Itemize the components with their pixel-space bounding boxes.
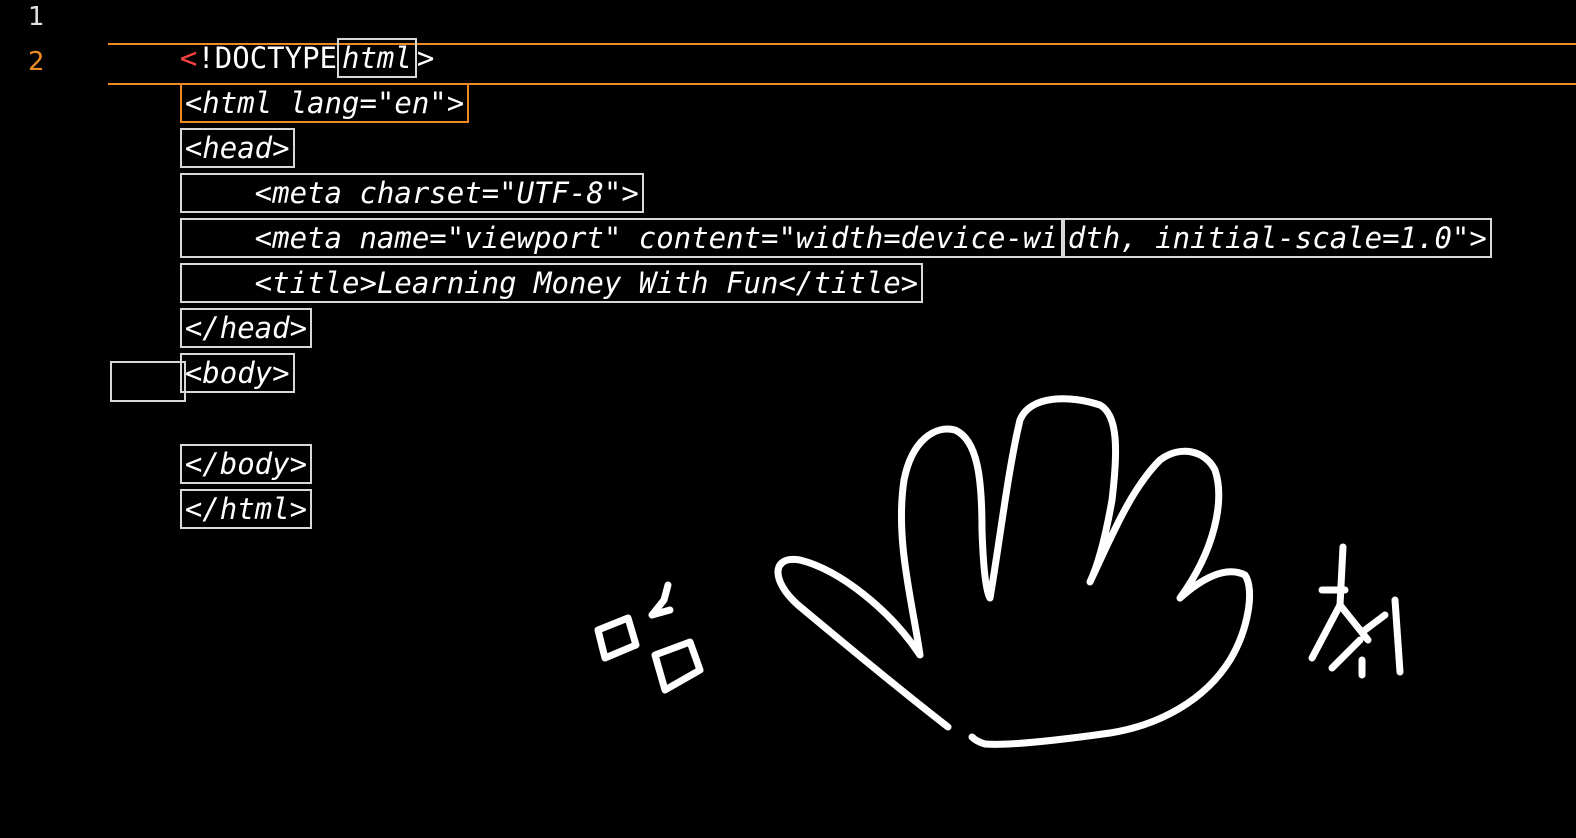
handwritten-glyph-left <box>594 581 704 694</box>
code-text: </html> <box>179 489 313 529</box>
line-number-1: 1 <box>28 2 45 32</box>
code-text: <body> <box>179 353 295 393</box>
handwritten-glyph-right <box>1308 543 1404 679</box>
code-editor[interactable]: 1 2 <!DOCTYPE html > <html lang="en"> <hea… <box>0 0 1576 838</box>
code-text-continued: dth, initial-scale=1.0"> <box>1062 218 1492 258</box>
code-line-empty[interactable] <box>110 361 186 402</box>
line-number-2: 2 <box>28 47 45 77</box>
hand-drawn-waving-hand-icon <box>774 395 1254 748</box>
code-line-html-close[interactable]: </html> <box>110 451 313 567</box>
